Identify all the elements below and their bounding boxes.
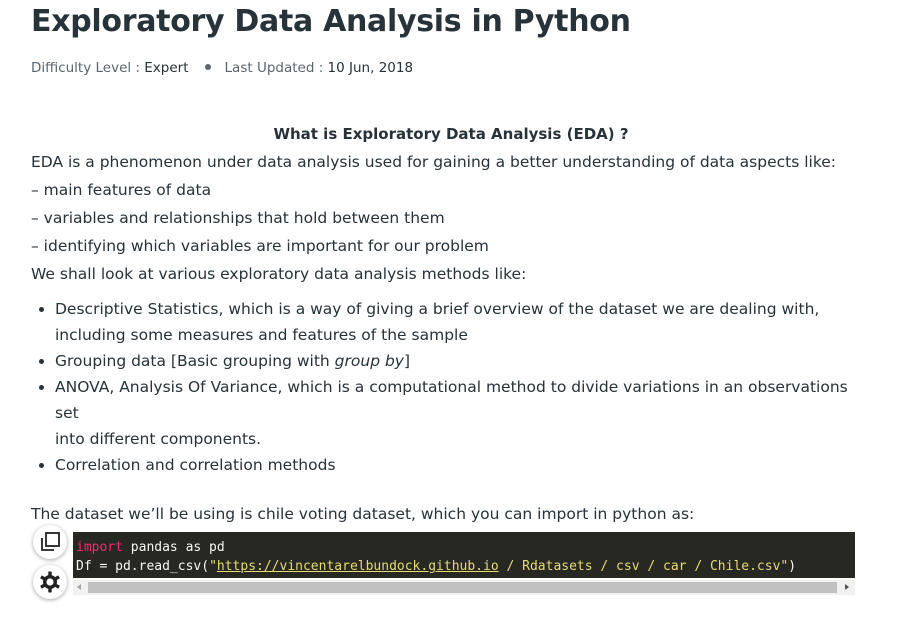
page-title: Exploratory Data Analysis in Python: [31, 4, 631, 39]
code-block[interactable]: import pandas as pd Df = pd.read_csv("ht…: [73, 532, 855, 578]
list-item: Descriptive Statistics, which is a way o…: [55, 296, 861, 348]
settings-button[interactable]: [33, 565, 67, 599]
code-text: ): [788, 559, 797, 574]
updated-value: 10 Jun, 2018: [327, 60, 414, 76]
gear-icon: [40, 571, 60, 593]
code-string: ": [209, 559, 217, 574]
list-item-text: including some measures and features of …: [55, 326, 468, 344]
code-line: Df = pd.read_csv("https://vincentarelbun…: [76, 559, 796, 574]
list-item: ANOVA, Analysis Of Variance, which is a …: [55, 374, 861, 452]
code-keyword: import: [76, 540, 123, 555]
code-string: / Rdatasets / csv / car / Chile.csv": [498, 559, 789, 574]
updated-label: Last Updated :: [224, 60, 328, 76]
list-item-text: into different components.: [55, 430, 262, 448]
code-text: pandas as pd: [122, 540, 225, 555]
list-item-text: Correlation and correlation methods: [55, 456, 336, 474]
difficulty-label: Difficulty Level :: [31, 60, 145, 76]
separator-dot: [204, 64, 211, 70]
methods-list: Descriptive Statistics, which is a way o…: [31, 296, 861, 478]
list-item-text: Grouping data [Basic grouping with: [55, 352, 335, 370]
aspect-line: – main features of data: [31, 181, 212, 199]
code-url-link[interactable]: https://vincentarelbundock.github.io: [217, 559, 499, 574]
list-item: Grouping data [Basic grouping with group…: [55, 348, 861, 374]
scroll-right-icon[interactable]: [845, 584, 849, 590]
intro-paragraph: EDA is a phenomenon under data analysis …: [31, 153, 837, 171]
aspect-line: – identifying which variables are import…: [31, 237, 489, 255]
section-heading: What is Exploratory Data Analysis (EDA) …: [273, 125, 629, 143]
scrollbar-thumb[interactable]: [88, 582, 837, 593]
article-meta: Difficulty Level : Expert Last Updated : …: [31, 60, 413, 76]
code-container: import pandas as pd Df = pd.read_csv("ht…: [31, 523, 861, 603]
list-item-text: ]: [403, 352, 411, 370]
list-item-text: Descriptive Statistics, which is a way o…: [55, 300, 820, 318]
copy-button[interactable]: [33, 525, 67, 559]
article-body: What is Exploratory Data Analysis (EDA) …: [31, 120, 861, 528]
scroll-left-icon[interactable]: [77, 584, 81, 590]
code-text: Df = pd.read_csv(: [76, 559, 210, 574]
code-line: import pandas as pd: [76, 540, 225, 555]
copy-icon: [41, 532, 60, 551]
horizontal-scrollbar[interactable]: [73, 580, 855, 595]
aspect-line: – variables and relationships that hold …: [31, 209, 445, 227]
emphasis-text: group by: [334, 352, 404, 370]
difficulty-value[interactable]: Expert: [144, 60, 188, 76]
list-item: Correlation and correlation methods: [55, 452, 861, 478]
methods-intro: We shall look at various exploratory dat…: [31, 265, 527, 283]
list-item-text: ANOVA, Analysis Of Variance, which is a …: [55, 378, 848, 422]
